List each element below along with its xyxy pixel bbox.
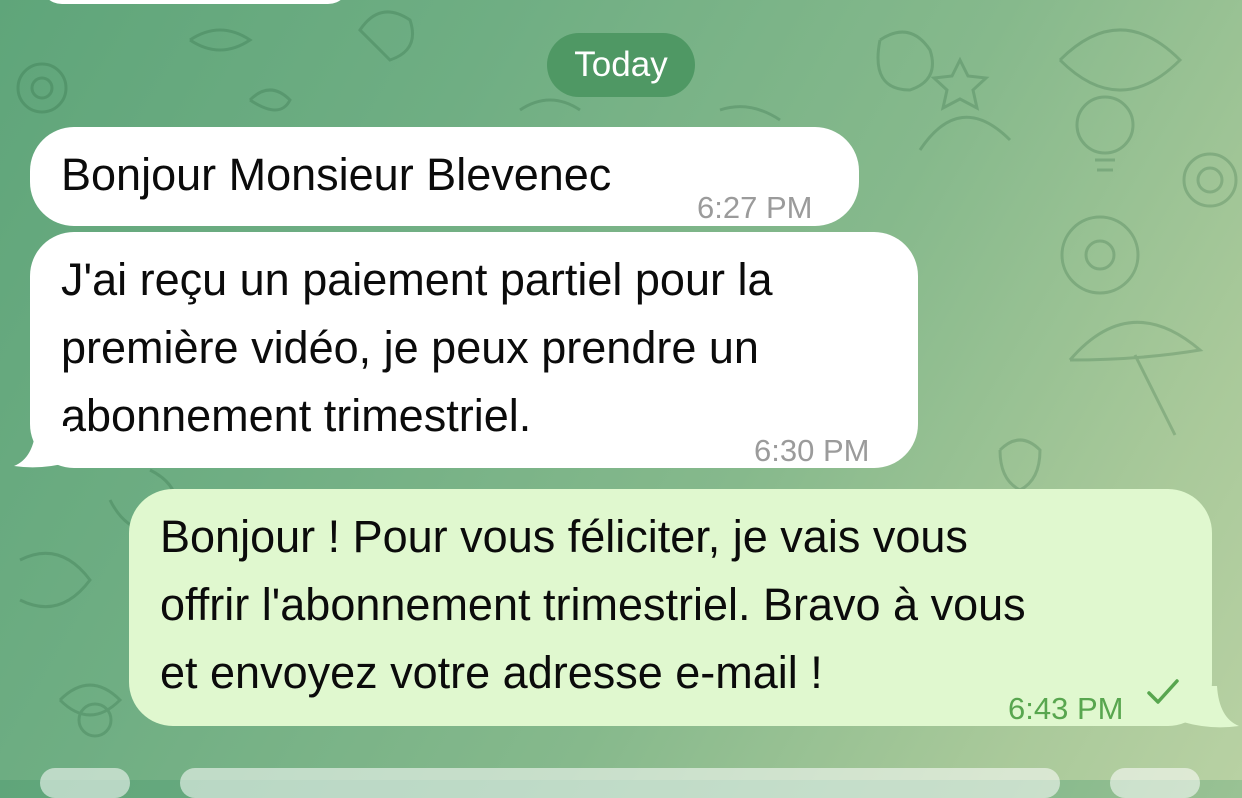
- outgoing-message-bubble[interactable]: Bonjour ! Pour vous féliciter, je vais v…: [129, 489, 1212, 726]
- incoming-bubble-tail: [14, 426, 70, 468]
- message-text-line: Bonjour ! Pour vous féliciter, je vais v…: [160, 511, 968, 562]
- message-timestamp: 6:30 PM: [754, 433, 870, 468]
- incoming-message-bubble[interactable]: Bonjour Monsieur Blevenec 6:27 PM: [30, 127, 859, 226]
- message-timestamp: 6:43 PM: [1008, 691, 1124, 726]
- incoming-message-bubble[interactable]: J'ai reçu un paiement partiel pour la pr…: [30, 232, 918, 468]
- previous-message-bubble-fragment: [40, 0, 350, 4]
- next-messages-fragment: [0, 768, 1242, 798]
- message-text-line: J'ai reçu un paiement partiel pour la: [61, 254, 773, 305]
- date-separator: Today: [547, 33, 695, 97]
- single-check-icon: [1147, 679, 1179, 704]
- outgoing-bubble-tail: [1183, 686, 1239, 728]
- message-text-line: et envoyez votre adresse e-mail !: [160, 647, 823, 698]
- message-text-line: offrir l'abonnement trimestriel. Bravo à…: [160, 579, 1026, 630]
- message-text-line: première vidéo, je peux prendre un: [61, 322, 759, 373]
- message-text-line: abonnement trimestriel.: [61, 390, 532, 441]
- message-text: Bonjour Monsieur Blevenec: [61, 149, 612, 200]
